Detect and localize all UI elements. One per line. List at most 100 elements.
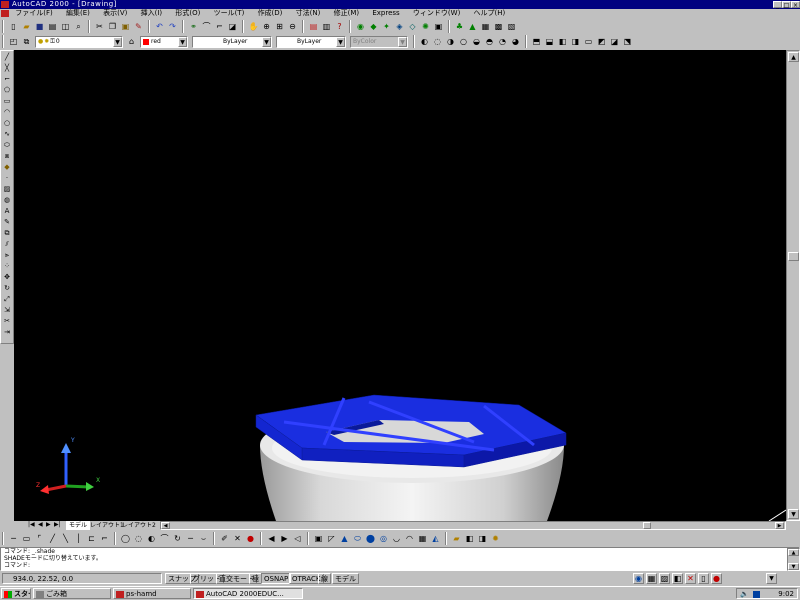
view-ne-icon[interactable]: ⬔ [622,36,633,47]
tab-prev-arrow[interactable]: ◀ [38,521,43,528]
menu-draw[interactable]: 作成(D) [258,9,283,18]
texture-icon[interactable]: ◨ [477,533,488,544]
curve-icon[interactable]: ⌣ [198,533,209,544]
bracket-icon[interactable]: ⊏ [86,533,97,544]
chevron-down-icon[interactable]: ▼ [113,36,122,47]
background-icon[interactable]: ▦ [480,21,491,32]
menu-help[interactable]: ヘルプ(H) [474,9,506,18]
3dorbit-icon[interactable]: ◉ [355,21,366,32]
make-current-icon[interactable]: ⧉ [21,36,32,47]
orbit-continuous-icon[interactable]: ◌ [432,36,443,47]
orbit-clip-icon[interactable]: ◔ [497,36,508,47]
hscroll-thumb[interactable] [643,522,651,529]
landscape-icon[interactable]: ♣ [454,21,465,32]
ellipse-icon[interactable]: ⬭ [2,140,12,150]
offset-icon[interactable]: ⫸ [2,250,12,260]
tab-next-arrow[interactable]: ▶ [46,521,51,528]
hatch-icon[interactable]: ▨ [2,184,12,194]
view-bottom-icon[interactable]: ⬓ [544,36,555,47]
next-view-icon[interactable]: ▶ [279,533,290,544]
undo-icon[interactable]: ↶ [154,21,165,32]
wedge-icon[interactable]: ◸ [326,533,337,544]
menu-view[interactable]: 表示(V) [103,9,127,18]
doc-icon[interactable] [1,10,9,17]
region-icon[interactable]: ◍ [2,195,12,205]
ime-icon[interactable] [753,591,760,598]
design-center-icon[interactable]: ▥ [321,21,332,32]
layer-manager-icon[interactable]: ◰ [8,36,19,47]
find-icon[interactable]: ⌕ [73,21,84,32]
copy-icon[interactable]: ❐ [107,21,118,32]
osnap-toggle[interactable]: OSNAP [261,573,292,584]
tray-orbit-icon[interactable]: ◉ [633,573,644,584]
taskbar-item-ps[interactable]: ps-hamd [113,588,191,599]
hyperlink-icon[interactable]: ⚭ [188,21,199,32]
tray-page-icon[interactable]: ▯ [698,573,709,584]
color-combo[interactable]: red ▼ [140,35,188,48]
drawing-viewport[interactable]: Y X Z [14,50,786,521]
model-toggle[interactable]: モデル [332,573,359,584]
orbit-icon[interactable]: ↻ [172,533,183,544]
open-icon[interactable]: ▰ [21,21,32,32]
cross-icon[interactable]: ✕ [232,533,243,544]
help-icon[interactable]: ? [334,21,345,32]
hide-icon[interactable]: ◈ [394,21,405,32]
command-scroll-up[interactable]: ▲ [788,549,799,556]
pan-view-icon[interactable]: ◁ [292,533,303,544]
vertical-scrollbar[interactable]: ▲ ▼ [786,50,800,521]
insert-block-icon[interactable]: ⧈ [2,151,12,161]
menu-format[interactable]: 形式(O) [175,9,200,18]
horizontal-scrollbar[interactable]: ◀ ▶ [160,521,786,530]
snap-icon[interactable]: ⌒ [159,533,170,544]
sphere-icon[interactable]: ⬤ [365,533,376,544]
layer-combo[interactable]: ● ✹ ⚿ 0 ▼ [35,35,123,48]
menu-edit[interactable]: 編集(E) [66,9,90,18]
chevron-down-icon[interactable]: ▼ [262,36,271,47]
view-front-icon[interactable]: ▭ [583,36,594,47]
orbit-zoom-icon[interactable]: ◓ [484,36,495,47]
menu-express[interactable]: Express [372,9,399,18]
material-tool-icon[interactable]: ◧ [464,533,475,544]
orbit-swivel-icon[interactable]: ○ [458,36,469,47]
stop-icon[interactable]: ● [245,533,256,544]
3dorbit-view-icon[interactable]: ◐ [419,36,430,47]
dash-icon[interactable]: ─ [185,533,196,544]
line-tool-icon[interactable]: ─ [8,533,19,544]
orbit-free-icon[interactable]: ◑ [445,36,456,47]
scale-icon[interactable]: ⤢ [2,294,12,304]
material-icon[interactable]: ▲ [467,21,478,32]
line-icon[interactable]: ╱ [2,52,12,62]
cylinder-icon[interactable]: ⬭ [352,533,363,544]
preview-icon[interactable]: ◫ [60,21,71,32]
vertical-icon[interactable]: │ [73,533,84,544]
menu-tools[interactable]: ツール(T) [214,9,245,18]
new-icon[interactable]: ▯ [8,21,19,32]
close-button[interactable]: × [791,1,800,9]
rectangle-icon[interactable]: ▭ [2,96,12,106]
scroll-down-arrow[interactable]: ▼ [788,509,799,519]
copy-object-icon[interactable]: ⧉ [2,228,12,238]
zoom-previous-icon[interactable]: ⊖ [287,21,298,32]
tray-arrow-icon[interactable]: ▼ [766,573,777,584]
hscroll-left-arrow[interactable]: ◀ [161,522,170,529]
view-right-icon[interactable]: ◨ [570,36,581,47]
render-icon[interactable]: ✦ [381,21,392,32]
stats-icon[interactable]: ▧ [506,21,517,32]
scene-icon[interactable]: ▣ [433,21,444,32]
command-prompt[interactable]: コマンド: [1,562,799,569]
tray-grid-icon[interactable]: ▦ [646,573,657,584]
taskbar-item-autocad[interactable]: AutoCAD 2000EDUC... [193,588,303,599]
named-views-icon[interactable]: ◪ [227,21,238,32]
cone-icon[interactable]: ▲ [339,533,350,544]
tab-last-arrow[interactable]: ▶| [54,521,61,528]
menu-insert[interactable]: 挿入(I) [141,9,163,18]
arc-icon[interactable]: ◠ [2,107,12,117]
extend-icon[interactable]: ⇥ [2,327,12,337]
backslash-icon[interactable]: ╲ [60,533,71,544]
redo-icon[interactable]: ↷ [167,21,178,32]
layer-previous-icon[interactable]: ⌂ [126,36,137,47]
circle-b-icon[interactable]: ◌ [133,533,144,544]
pyramid-icon[interactable]: ◭ [430,533,441,544]
xline-icon[interactable]: ╳ [2,63,12,73]
zoom-window-icon[interactable]: ⊞ [274,21,285,32]
